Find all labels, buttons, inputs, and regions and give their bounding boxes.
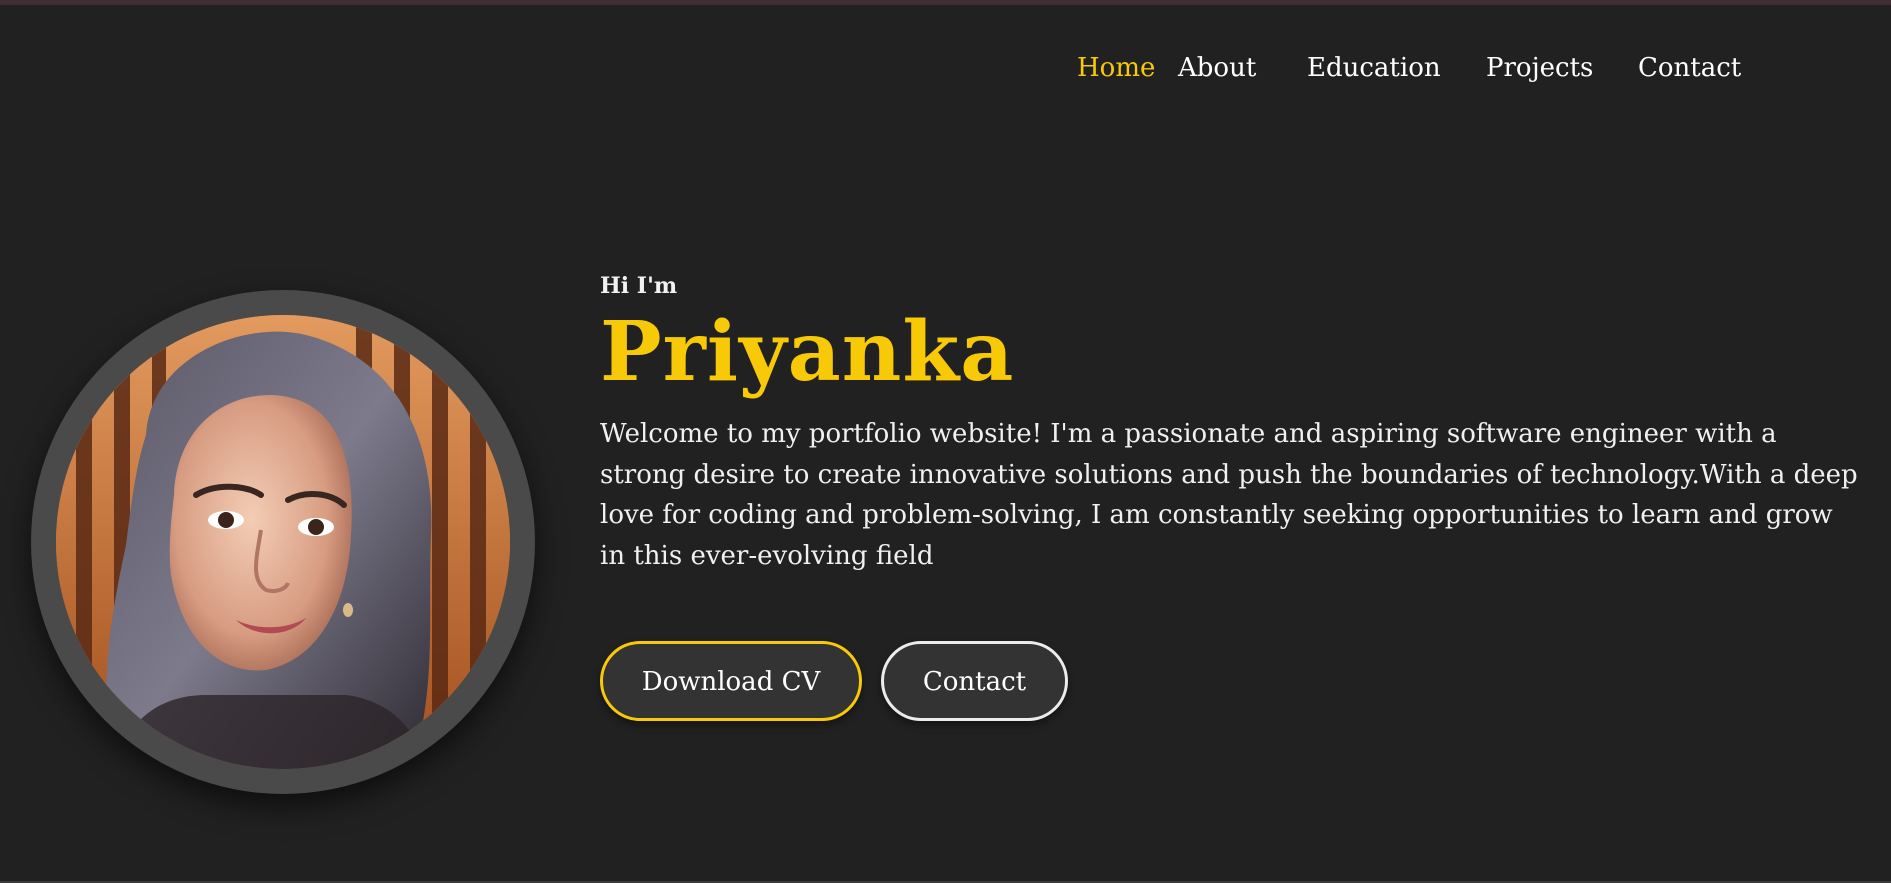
portfolio-page: Home About Education Projects Contact Hi…: [0, 0, 1891, 883]
hero-description: Welcome to my portfolio website! I'm a p…: [600, 419, 1858, 571]
profile-photo-frame: [31, 290, 535, 794]
nav-link-contact[interactable]: Contact: [1638, 48, 1741, 88]
nav-link-projects[interactable]: Projects: [1486, 48, 1593, 88]
hero-greeting: Hi I'm: [600, 273, 678, 299]
nav-link-about[interactable]: About: [1178, 48, 1256, 88]
top-border: [0, 0, 1891, 5]
nav-link-home[interactable]: Home: [1077, 48, 1155, 88]
download-cv-button[interactable]: Download CV: [600, 641, 862, 721]
contact-button[interactable]: Contact: [881, 641, 1068, 721]
profile-photo-illustration: [56, 315, 510, 769]
nav-link-education[interactable]: Education: [1307, 48, 1441, 88]
hero-section: Hi I'm Priyanka Welcome to my portfolio …: [600, 270, 1860, 576]
hero-name: Priyanka: [600, 304, 1015, 400]
profile-photo: [56, 315, 510, 769]
